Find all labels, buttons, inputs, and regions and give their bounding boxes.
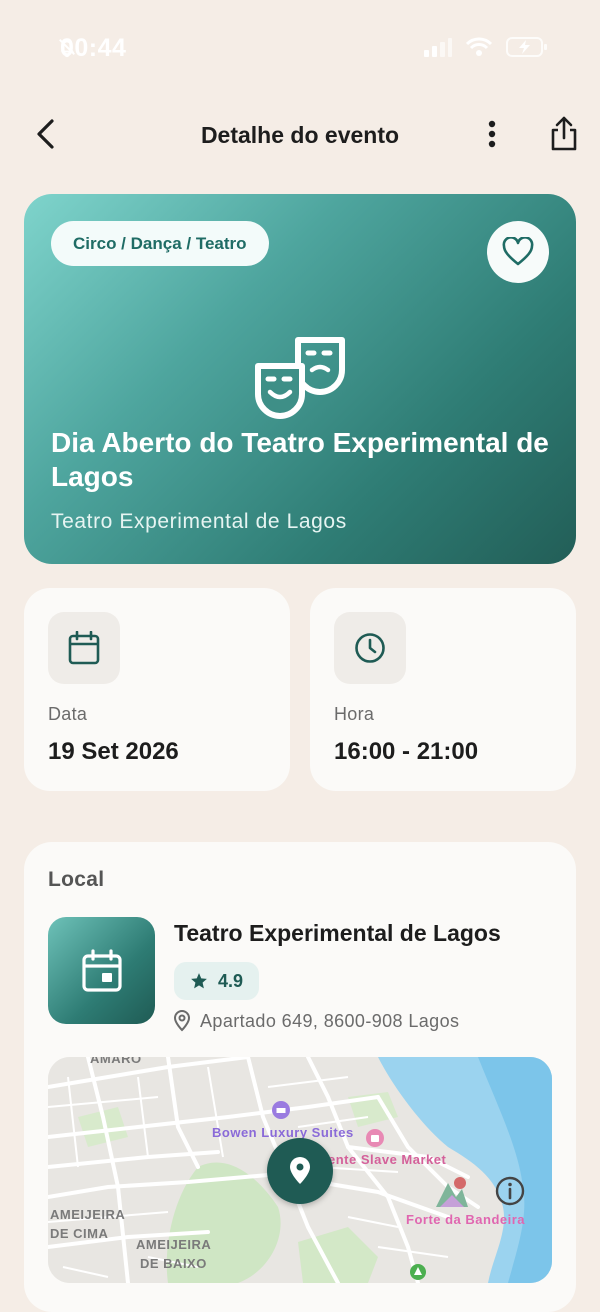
- event-hero-card: Circo / Dança / Teatro Dia Aberto do Tea…: [24, 194, 576, 564]
- wifi-icon: [466, 37, 492, 56]
- location-pin-icon: [290, 1157, 310, 1184]
- hotel-pin-icon: [272, 1101, 290, 1119]
- event-title: Dia Aberto do Teatro Experimental de Lag…: [51, 427, 549, 492]
- category-chip[interactable]: Circo / Dança / Teatro: [51, 221, 269, 266]
- map-label-slave-market: ente Slave Market: [328, 1152, 447, 1167]
- heart-icon: [502, 237, 534, 266]
- location-card: Local Teatro Experimental de Lagos 4.9 A…: [24, 842, 576, 1312]
- status-bar: 00:44: [0, 0, 600, 96]
- map-info-icon[interactable]: [494, 1175, 526, 1207]
- venue-map[interactable]: AMARO Bowen Luxury Suites ente Slave Mar…: [48, 1057, 552, 1283]
- share-button[interactable]: [544, 114, 584, 154]
- rating-value: 4.9: [218, 970, 244, 991]
- map-label-ameijeira-baixo-1: AMEIJEIRA: [136, 1237, 212, 1252]
- status-icons: [59, 36, 548, 58]
- address-row: Apartado 649, 8600-908 Lagos: [174, 1010, 459, 1032]
- time-value: 16:00 - 21:00: [334, 738, 479, 765]
- date-icon-box: [48, 612, 120, 684]
- shop-pin-icon: [366, 1129, 384, 1147]
- time-card: Hora 16:00 - 21:00: [310, 588, 576, 791]
- bell-slash-icon: [59, 39, 75, 58]
- more-vertical-icon: [488, 120, 496, 148]
- location-pin-icon: [174, 1010, 190, 1032]
- venue-name[interactable]: Teatro Experimental de Lagos: [174, 920, 501, 947]
- more-options-button[interactable]: [472, 114, 512, 154]
- favorite-button[interactable]: [487, 221, 549, 283]
- map-label-amaro: AMARO: [90, 1057, 142, 1066]
- map-label-bowen: Bowen Luxury Suites: [212, 1125, 354, 1140]
- landmark-icon: [436, 1177, 468, 1207]
- map-label-ameijeira-cima-1: AMEIJEIRA: [50, 1207, 126, 1222]
- calendar-icon: [68, 631, 100, 665]
- map-label-forte: Forte da Bandeira: [406, 1212, 526, 1227]
- date-label: Data: [48, 704, 88, 724]
- park-icon: [410, 1264, 426, 1280]
- share-icon: [551, 116, 577, 151]
- venue-rating-chip: 4.9: [174, 962, 260, 1000]
- theater-masks-icon: [255, 337, 345, 419]
- venue-map-pin[interactable]: [267, 1138, 333, 1204]
- location-section-title: Local: [48, 868, 105, 891]
- battery-charging-icon: [506, 37, 547, 57]
- map-label-ameijeira-cima-2: DE CIMA: [50, 1226, 109, 1241]
- clock-icon: [355, 633, 385, 663]
- venue-thumbnail[interactable]: [48, 917, 155, 1024]
- venue-address: Apartado 649, 8600-908 Lagos: [200, 1010, 460, 1031]
- top-app-bar: Detalhe do evento: [0, 100, 600, 170]
- time-icon-box: [334, 612, 406, 684]
- event-organizer: Teatro Experimental de Lagos: [51, 510, 347, 533]
- calendar-icon: [81, 948, 122, 992]
- signal-icon: [424, 38, 452, 57]
- map-label-ameijeira-baixo-2: DE BAIXO: [140, 1256, 207, 1271]
- time-label: Hora: [334, 704, 375, 724]
- date-value: 19 Set 2026: [48, 738, 179, 765]
- star-icon: [191, 973, 207, 989]
- date-card: Data 19 Set 2026: [24, 588, 290, 791]
